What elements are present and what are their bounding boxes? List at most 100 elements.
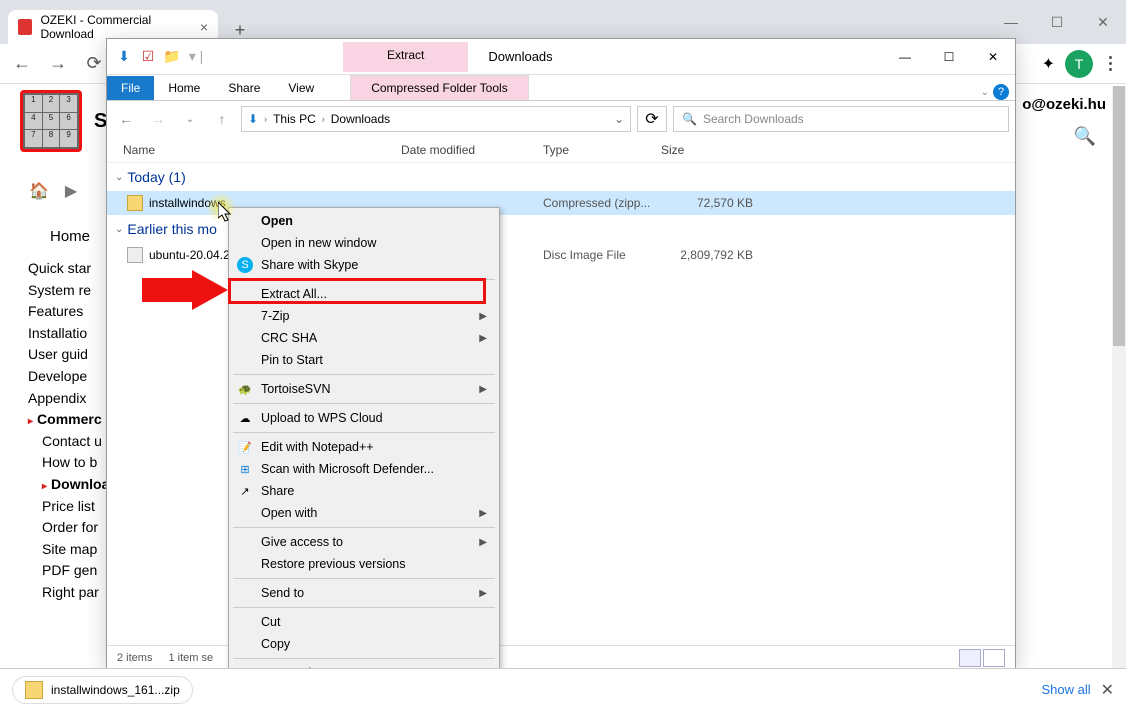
nav-sub-item[interactable]: Right par xyxy=(42,582,109,604)
nav-back-button[interactable]: ← xyxy=(113,106,139,132)
ctx-scan-defender[interactable]: ⊞Scan with Microsoft Defender... xyxy=(231,458,497,480)
ribbon-expand-icon[interactable]: ⌄ xyxy=(981,87,989,98)
nav-sub-item[interactable]: Site map xyxy=(42,539,109,561)
ctx-extract-all[interactable]: Extract All... xyxy=(231,283,497,305)
profile-avatar[interactable]: T xyxy=(1065,50,1093,78)
submenu-arrow-icon: ▶ xyxy=(479,384,487,395)
show-all-downloads-button[interactable]: Show all xyxy=(1041,682,1090,697)
nav-item[interactable]: Features xyxy=(28,301,109,323)
home-icon[interactable]: 🏠 xyxy=(28,180,50,202)
column-type[interactable]: Type xyxy=(537,143,655,157)
nav-sub-item[interactable]: PDF gen xyxy=(42,560,109,582)
checkbox-icon[interactable]: ☑ xyxy=(139,48,157,66)
tortoise-icon: 🐢 xyxy=(237,381,253,397)
ctx-share[interactable]: ↗Share xyxy=(231,480,497,502)
group-header-today[interactable]: ⌄ Today (1) xyxy=(107,163,1015,191)
nav-forward-button[interactable]: → xyxy=(145,106,171,132)
ribbon-tab-home[interactable]: Home xyxy=(154,76,214,100)
extensions-icon[interactable]: ✦ xyxy=(1042,54,1055,74)
nav-item-commercial[interactable]: Commerc xyxy=(28,409,109,431)
nav-item[interactable]: Installatio xyxy=(28,323,109,345)
column-size[interactable]: Size xyxy=(655,143,755,157)
ctx-crc-sha[interactable]: CRC SHA▶ xyxy=(231,327,497,349)
nav-item-downloads[interactable]: Downloa xyxy=(42,474,109,496)
kebab-menu-icon[interactable] xyxy=(1103,50,1118,77)
annotation-red-arrow xyxy=(142,270,228,310)
folder-icon[interactable]: 📁 xyxy=(163,48,181,66)
ctx-cut[interactable]: Cut xyxy=(231,611,497,633)
close-window-button[interactable]: ✕ xyxy=(1080,6,1126,38)
reload-button[interactable]: ⟳ xyxy=(80,50,108,78)
ctx-open-with[interactable]: Open with▶ xyxy=(231,502,497,524)
help-icon[interactable]: ? xyxy=(993,84,1009,100)
ribbon-tab-file[interactable]: File xyxy=(107,76,154,100)
page-scrollbar[interactable] xyxy=(1112,86,1126,668)
nav-up-button[interactable]: ↑ xyxy=(209,106,235,132)
ctx-label: Edit with Notepad++ xyxy=(261,440,374,454)
ctx-give-access[interactable]: Give access to▶ xyxy=(231,531,497,553)
nav-sub-item[interactable]: Contact u xyxy=(42,431,109,453)
column-date[interactable]: Date modified xyxy=(395,143,537,157)
close-shelf-button[interactable]: ✕ xyxy=(1101,680,1114,700)
ctx-open-new-window[interactable]: Open in new window xyxy=(231,232,497,254)
ctx-pin-to-start[interactable]: Pin to Start xyxy=(231,349,497,371)
view-icons-button[interactable] xyxy=(983,649,1005,667)
refresh-button[interactable]: ⟳ xyxy=(637,106,667,132)
nav-item[interactable]: Quick star xyxy=(28,258,109,280)
tab-title: OZEKI - Commercial Download xyxy=(40,13,191,41)
nav-item[interactable]: Appendix xyxy=(28,388,109,410)
qat-dropdown-icon[interactable]: ▾ | xyxy=(187,48,205,66)
nav-sub-item[interactable]: How to b xyxy=(42,452,109,474)
back-button[interactable]: ← xyxy=(8,50,36,78)
breadcrumb-segment[interactable]: This PC xyxy=(273,112,316,126)
path-dropdown-icon[interactable]: ⌄ xyxy=(614,112,624,126)
tab-close-icon[interactable]: × xyxy=(200,19,208,35)
ctx-send-to[interactable]: Send to▶ xyxy=(231,582,497,604)
ctx-edit-notepadpp[interactable]: 📝Edit with Notepad++ xyxy=(231,436,497,458)
ctx-label: Pin to Start xyxy=(261,353,323,367)
ctx-tortoisesvn[interactable]: 🐢TortoiseSVN▶ xyxy=(231,378,497,400)
download-item[interactable]: installwindows_161...zip xyxy=(12,676,193,704)
chevron-right-icon[interactable]: › xyxy=(264,114,267,124)
recent-locations-button[interactable]: ⌄ xyxy=(177,106,203,132)
ctx-restore-versions[interactable]: Restore previous versions xyxy=(231,553,497,575)
nav-item[interactable]: User guid xyxy=(28,344,109,366)
ctx-7zip[interactable]: 7-Zip▶ xyxy=(231,305,497,327)
ctx-upload-wps[interactable]: ☁Upload to WPS Cloud xyxy=(231,407,497,429)
breadcrumb-path[interactable]: ⬇ › This PC › Downloads ⌄ xyxy=(241,106,631,132)
ctx-label: Copy xyxy=(261,637,290,651)
nav-item[interactable]: System re xyxy=(28,280,109,302)
nav-sub-item[interactable]: Price list xyxy=(42,496,109,518)
chevron-right-icon[interactable]: › xyxy=(322,114,325,124)
contact-email[interactable]: o@ozeki.hu xyxy=(1022,96,1106,113)
ctx-copy[interactable]: Copy xyxy=(231,633,497,655)
maximize-button[interactable]: ☐ xyxy=(1034,6,1080,38)
contextual-tab-extract[interactable]: Extract xyxy=(343,42,468,72)
explorer-close-button[interactable]: ✕ xyxy=(971,42,1015,72)
ribbon: File Home Share View Compressed Folder T… xyxy=(107,75,1015,101)
ribbon-tab-share[interactable]: Share xyxy=(214,76,274,100)
explorer-maximize-button[interactable]: ☐ xyxy=(927,42,971,72)
ribbon-tab-view[interactable]: View xyxy=(274,76,328,100)
ctx-separator xyxy=(233,374,495,375)
nav-item[interactable]: Develope xyxy=(28,366,109,388)
explorer-titlebar[interactable]: ⬇ ☑ 📁 ▾ | Extract Downloads — ☐ ✕ xyxy=(107,39,1015,75)
group-label: Earlier this mo xyxy=(127,221,216,237)
breadcrumb-segment[interactable]: Downloads xyxy=(331,112,390,126)
ctx-open[interactable]: Open xyxy=(231,210,497,232)
down-arrow-icon[interactable]: ⬇ xyxy=(115,48,133,66)
explorer-minimize-button[interactable]: — xyxy=(883,42,927,72)
play-icon[interactable]: ▶ xyxy=(60,180,82,202)
ribbon-tab-compressed-tools[interactable]: Compressed Folder Tools xyxy=(350,75,529,100)
search-icon[interactable]: 🔍 xyxy=(1074,126,1096,147)
view-details-button[interactable] xyxy=(959,649,981,667)
side-nav: Quick star System re Features Installati… xyxy=(28,258,109,604)
scrollbar-thumb[interactable] xyxy=(1113,86,1125,346)
column-name[interactable]: Name xyxy=(117,143,395,157)
minimize-button[interactable]: — xyxy=(988,6,1034,38)
forward-button[interactable]: → xyxy=(44,50,72,78)
nav-sub-item[interactable]: Order for xyxy=(42,517,109,539)
search-input[interactable]: 🔍 Search Downloads xyxy=(673,106,1009,132)
ctx-share-skype[interactable]: SShare with Skype xyxy=(231,254,497,276)
home-label[interactable]: Home xyxy=(50,228,90,245)
